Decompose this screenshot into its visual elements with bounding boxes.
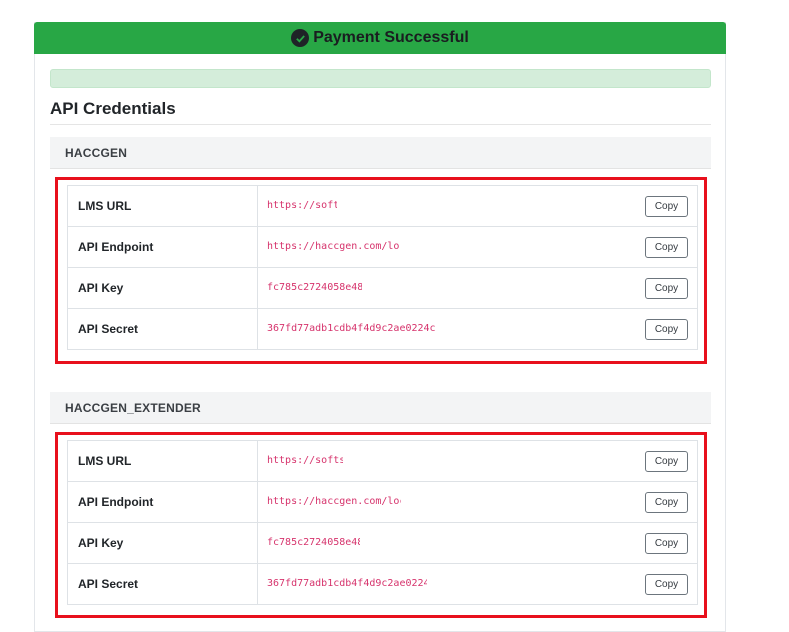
row-value-cell: 367fd77adb1cdb4f4d9c2ae0224 Copy (257, 563, 698, 605)
copy-button[interactable]: Copy (645, 492, 688, 513)
row-label: API Secret (67, 563, 258, 605)
group-header-haccgen-extender: HACCGEN_EXTENDER (50, 392, 711, 424)
check-circle-icon (291, 29, 310, 47)
table-row: API Endpoint https://haccgen.com/loc Cop… (67, 481, 698, 523)
credential-value: https://soft (267, 200, 337, 211)
section-title: API Credentials (50, 99, 176, 118)
group-header-haccgen: HACCGEN (50, 137, 711, 169)
row-label: LMS URL (67, 440, 258, 482)
success-alert (50, 69, 711, 88)
table-row: API Secret 367fd77adb1cdb4f4d9c2ae0224 C… (67, 563, 698, 605)
highlight-box: LMS URL https://softs Copy API Endpoint … (55, 432, 707, 618)
row-label: API Endpoint (67, 481, 258, 523)
row-label: API Key (67, 267, 258, 309)
row-value-cell: 367fd77adb1cdb4f4d9c2ae0224c Copy (257, 308, 698, 350)
copy-button[interactable]: Copy (645, 451, 688, 472)
credentials-table: LMS URL https://softs Copy API Endpoint … (67, 440, 698, 605)
copy-button[interactable]: Copy (645, 237, 688, 258)
copy-button[interactable]: Copy (645, 278, 688, 299)
table-row: API Key fc785c2724058e48 Copy (67, 522, 698, 564)
payment-success-banner: Payment Successful (34, 22, 726, 54)
credential-value: fc785c2724058e48 (267, 282, 362, 293)
copy-button[interactable]: Copy (645, 196, 688, 217)
copy-button[interactable]: Copy (645, 533, 688, 554)
row-label: API Secret (67, 308, 258, 350)
row-label: API Key (67, 522, 258, 564)
row-label: API Endpoint (67, 226, 258, 268)
highlight-box: LMS URL https://soft Copy API Endpoint h… (55, 177, 707, 364)
table-row: LMS URL https://softs Copy (67, 440, 698, 482)
row-value-cell: fc785c2724058e48 Copy (257, 522, 698, 564)
banner-title: Payment Successful (313, 29, 469, 46)
credential-value: fc785c2724058e48 (267, 537, 360, 548)
row-value-cell: https://haccgen.com/loc Copy (257, 481, 698, 523)
copy-button[interactable]: Copy (645, 319, 688, 340)
copy-button[interactable]: Copy (645, 574, 688, 595)
row-value-cell: fc785c2724058e48 Copy (257, 267, 698, 309)
credential-value: 367fd77adb1cdb4f4d9c2ae0224 (267, 578, 427, 589)
row-value-cell: https://soft Copy (257, 185, 698, 227)
credential-value: https://haccgen.com/loc (267, 496, 401, 507)
table-row: LMS URL https://soft Copy (67, 185, 698, 227)
table-row: API Endpoint https://haccgen.com/lo Copy (67, 226, 698, 268)
table-row: API Secret 367fd77adb1cdb4f4d9c2ae0224c … (67, 308, 698, 350)
row-value-cell: https://haccgen.com/lo Copy (257, 226, 698, 268)
table-row: API Key fc785c2724058e48 Copy (67, 267, 698, 309)
divider (50, 124, 711, 125)
row-value-cell: https://softs Copy (257, 440, 698, 482)
row-label: LMS URL (67, 185, 258, 227)
credentials-table: LMS URL https://soft Copy API Endpoint h… (67, 185, 698, 350)
credential-value: 367fd77adb1cdb4f4d9c2ae0224c (267, 323, 436, 334)
credential-value: https://softs (267, 455, 343, 466)
credential-value: https://haccgen.com/lo (267, 241, 399, 252)
